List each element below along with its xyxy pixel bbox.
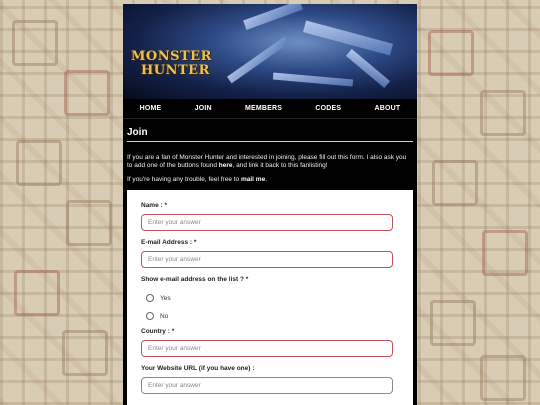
monster-hunter-logo[interactable]: MONSTER HUNTER xyxy=(131,50,211,94)
radio-no-label: No xyxy=(160,312,169,320)
name-question: Name : * xyxy=(141,202,395,231)
nav-codes[interactable]: CODES xyxy=(315,105,341,112)
website-question: Your Website URL (if you have one) : xyxy=(141,365,395,394)
radio-no-circle[interactable] xyxy=(146,312,154,320)
website-label: Your Website URL (if you have one) : xyxy=(141,365,255,372)
country-question: Country : * xyxy=(141,328,395,357)
here-link[interactable]: here xyxy=(219,162,233,169)
nav-members[interactable]: MEMBERS xyxy=(245,105,282,112)
show-email-label: Show e-mail address on the list ? * xyxy=(141,276,249,283)
header-banner: MONSTER HUNTER xyxy=(123,4,417,99)
nav-home[interactable]: HOME xyxy=(140,105,162,112)
intro-paragraph: If you are a fan of Monster Hunter and i… xyxy=(127,154,413,170)
radio-no-option[interactable]: No xyxy=(146,310,395,322)
show-email-question: Show e-mail address on the list ? * Yes … xyxy=(141,276,395,322)
intro-text-end: , and link it back to this fanlisting! xyxy=(232,162,328,169)
help-text-end: . xyxy=(265,176,268,183)
background-pattern-right xyxy=(424,0,534,405)
radio-yes-label: Yes xyxy=(160,294,171,302)
help-text: If you're having any trouble, feel free … xyxy=(127,176,241,183)
background-pattern-left xyxy=(6,0,116,405)
email-label: E-mail Address : * xyxy=(141,239,197,246)
radio-yes-circle[interactable] xyxy=(146,294,154,302)
email-question: E-mail Address : * xyxy=(141,239,395,268)
site-container: MONSTER HUNTER HOME JOIN MEMBERS CODES A… xyxy=(123,4,417,405)
page-title: Join xyxy=(127,127,413,142)
nav-about[interactable]: ABOUT xyxy=(374,105,400,112)
help-paragraph: If you're having any trouble, feel free … xyxy=(127,176,413,184)
email-input[interactable] xyxy=(141,251,393,268)
mail-me-link[interactable]: mail me xyxy=(241,176,265,183)
name-input[interactable] xyxy=(141,214,393,231)
nav-join[interactable]: JOIN xyxy=(195,105,212,112)
main-nav: HOME JOIN MEMBERS CODES ABOUT xyxy=(123,99,417,119)
name-label: Name : * xyxy=(141,202,168,209)
join-form: Name : * E-mail Address : * Show e-mail … xyxy=(127,190,413,405)
country-input[interactable] xyxy=(141,340,393,357)
country-label: Country : * xyxy=(141,328,175,335)
main-content: Join If you are a fan of Monster Hunter … xyxy=(123,119,417,405)
radio-yes-option[interactable]: Yes xyxy=(146,292,395,304)
website-input[interactable] xyxy=(141,377,393,394)
